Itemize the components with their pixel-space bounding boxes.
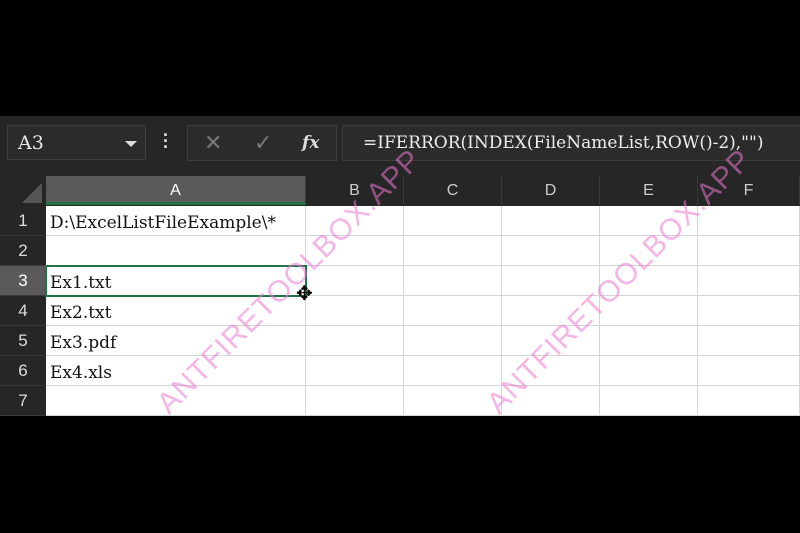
cell-a1[interactable]: D:\ExcelListFileExample\*: [46, 206, 306, 236]
cell-d2[interactable]: [502, 236, 600, 266]
cell-f5[interactable]: [698, 326, 800, 356]
column-header-a[interactable]: A: [46, 176, 306, 205]
cell-c2[interactable]: [404, 236, 502, 266]
chevron-down-icon[interactable]: [125, 141, 137, 147]
cell-a2[interactable]: [46, 236, 306, 266]
cell-f2[interactable]: [698, 236, 800, 266]
name-box-value: A3: [18, 132, 44, 154]
cell-c4[interactable]: [404, 296, 502, 326]
cell-e5[interactable]: [600, 326, 698, 356]
row-header-4[interactable]: 4: [0, 296, 46, 326]
row-header-6[interactable]: 6: [0, 356, 46, 386]
cell-e6[interactable]: [600, 356, 698, 386]
move-cursor-icon: ✥: [296, 283, 313, 305]
cell-f4[interactable]: [698, 296, 800, 326]
cell-c5[interactable]: [404, 326, 502, 356]
vertical-dots-icon[interactable]: · · ·: [162, 126, 170, 156]
cell-b4[interactable]: [306, 296, 404, 326]
cell-c1[interactable]: [404, 206, 502, 236]
cell-d1[interactable]: [502, 206, 600, 236]
row-header-7[interactable]: 7: [0, 386, 46, 416]
cell-f7[interactable]: [698, 386, 800, 416]
cell-b7[interactable]: [306, 386, 404, 416]
name-box[interactable]: A3: [7, 125, 146, 160]
cell-c3[interactable]: [404, 266, 502, 296]
column-header-d[interactable]: D: [502, 176, 600, 205]
insert-function-icon[interactable]: fx: [302, 133, 319, 153]
cell-f3[interactable]: [698, 266, 800, 296]
row-header-5[interactable]: 5: [0, 326, 46, 356]
cancel-icon[interactable]: ✕: [204, 130, 222, 156]
row-header-2[interactable]: 2: [0, 236, 46, 266]
cell-e7[interactable]: [600, 386, 698, 416]
select-all-button[interactable]: [0, 176, 46, 205]
formula-buttons: ✕ ✓ fx: [187, 125, 337, 161]
cell-b5[interactable]: [306, 326, 404, 356]
cell-a5[interactable]: Ex3.pdf: [46, 326, 306, 356]
cell-f6[interactable]: [698, 356, 800, 386]
row-header-1[interactable]: 1: [0, 206, 46, 236]
check-icon[interactable]: ✓: [254, 130, 272, 156]
cell-b6[interactable]: [306, 356, 404, 386]
row-header-3[interactable]: 3: [0, 266, 46, 296]
cell-c6[interactable]: [404, 356, 502, 386]
column-header-c[interactable]: C: [404, 176, 502, 205]
